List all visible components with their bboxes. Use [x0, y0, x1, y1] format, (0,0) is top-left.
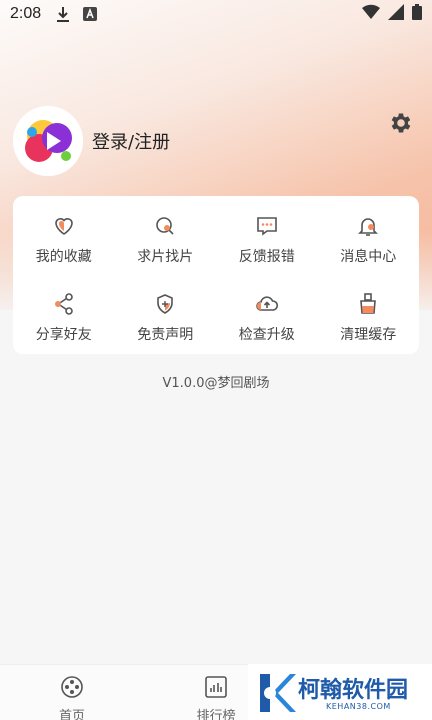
feedback-icon — [255, 214, 279, 238]
search-film-icon — [153, 214, 177, 238]
menu-item-messages[interactable]: 消息中心 — [318, 196, 420, 274]
menu-item-label: 分享好友 — [35, 327, 92, 343]
login-register-link[interactable]: 登录/注册 — [92, 128, 170, 154]
menu-item-disclaimer[interactable]: 免责声明 — [115, 274, 217, 352]
menu-item-label: 我的收藏 — [35, 249, 92, 265]
share-icon — [52, 292, 76, 316]
menu-item-label: 反馈报错 — [238, 249, 295, 265]
nav-label: 排行榜 — [196, 709, 236, 720]
watermark-title: 柯翰软件园 — [298, 678, 409, 703]
watermark-logo — [256, 672, 296, 718]
cloud-upload-icon — [255, 292, 279, 316]
version-text: V1.0.0@梦回剧场 — [162, 376, 270, 391]
a-letter-icon — [83, 7, 98, 21]
watermark: 柯翰软件园 KEHAN38.COM — [248, 664, 432, 720]
status-time: 2:08 — [10, 5, 42, 22]
menu-item-label: 求片找片 — [137, 249, 194, 265]
battery-icon — [412, 4, 422, 24]
menu-item-share[interactable]: 分享好友 — [13, 274, 115, 352]
heart-icon — [52, 214, 76, 238]
avatar[interactable] — [13, 106, 83, 176]
menu-item-label: 免责声明 — [137, 327, 194, 343]
film-reel-icon — [60, 675, 84, 703]
menu-item-label: 检查升级 — [238, 327, 295, 343]
nav-item-home[interactable]: 首页 — [42, 675, 102, 720]
watermark-subtitle: KEHAN38.COM — [326, 702, 391, 711]
gear-icon[interactable] — [388, 110, 414, 136]
menu-item-label: 清理缓存 — [340, 327, 397, 343]
menu-item-label: 消息中心 — [340, 249, 397, 265]
download-icon — [55, 5, 71, 23]
menu-item-feedback[interactable]: 反馈报错 — [216, 196, 318, 274]
bell-icon — [356, 214, 380, 238]
nav-item-ranking[interactable]: 排行榜 — [186, 675, 246, 720]
menu-card: 我的收藏 求片找片 反馈报错 消息中心 分享好友 免责声明 检查升级 清理缓存 — [13, 196, 419, 354]
status-bar: 2:08 — [0, 0, 432, 28]
menu-item-request-film[interactable]: 求片找片 — [115, 196, 217, 274]
menu-item-clear-cache[interactable]: 清理缓存 — [318, 274, 420, 352]
cell-signal-icon — [388, 4, 404, 24]
menu-item-check-update[interactable]: 检查升级 — [216, 274, 318, 352]
bar-chart-icon — [204, 675, 228, 703]
broom-icon — [356, 292, 380, 316]
menu-item-favorites[interactable]: 我的收藏 — [13, 196, 115, 274]
wifi-icon — [362, 4, 380, 24]
nav-label: 首页 — [58, 709, 85, 720]
shield-icon — [153, 292, 177, 316]
